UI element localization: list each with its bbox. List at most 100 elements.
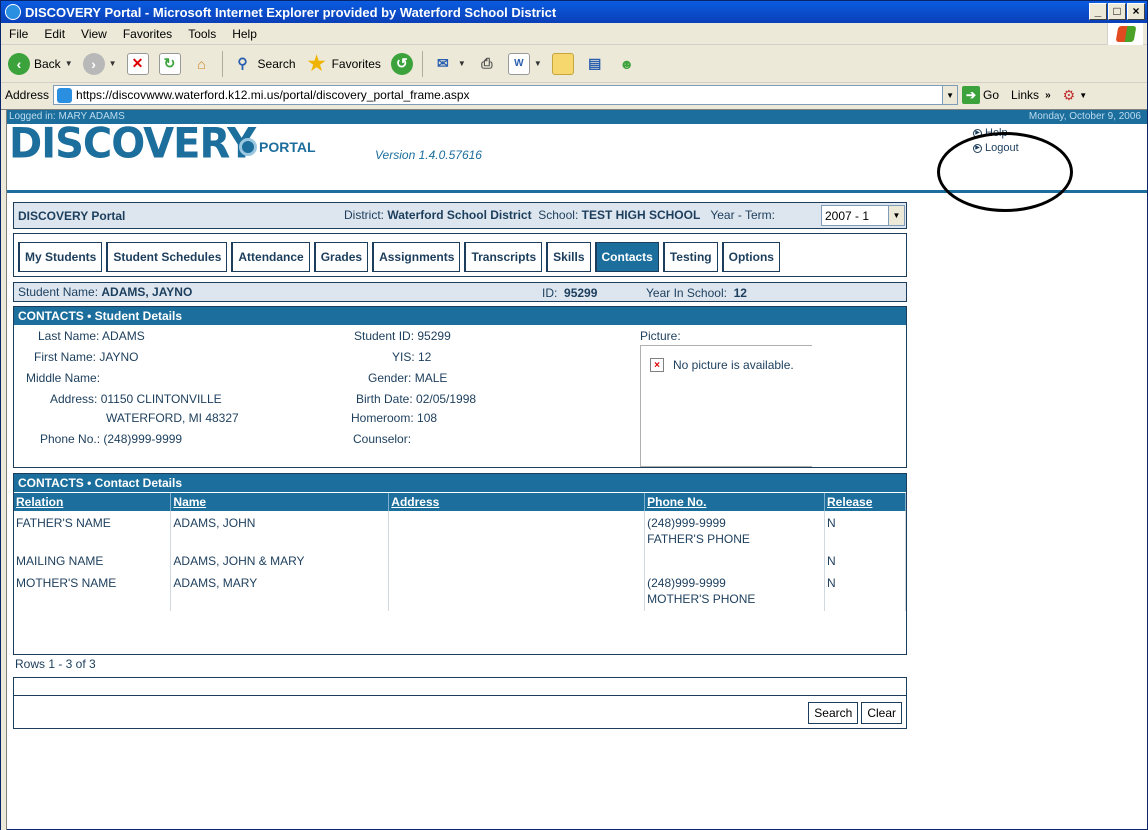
- favorites-icon: ★: [307, 53, 326, 75]
- messenger-button[interactable]: ☻: [613, 49, 641, 79]
- address-line1: Address: 01150 CLINTONVILLE: [50, 392, 222, 406]
- maximize-button[interactable]: □: [1108, 3, 1126, 20]
- tab-grades[interactable]: Grades: [313, 242, 369, 272]
- browser-window: DISCOVERY Portal - Microsoft Internet Ex…: [0, 0, 1148, 830]
- contacts-table: Relation Name Address Phone No. Release …: [14, 493, 906, 611]
- chevron-down-icon: ▼: [888, 206, 904, 225]
- panel-title: DISCOVERY Portal: [18, 208, 126, 223]
- home-icon: ⌂: [197, 55, 206, 72]
- menu-bar: File Edit View Favorites Tools Help: [1, 23, 1147, 45]
- broken-image-icon: ×: [650, 358, 664, 372]
- column-header-phone[interactable]: Phone No.: [644, 493, 826, 511]
- ie-icon: [5, 4, 21, 20]
- mail-button[interactable]: ✉ ▼: [429, 49, 469, 79]
- search-button[interactable]: ⚲ Search: [229, 49, 299, 79]
- back-icon: ‹: [8, 52, 30, 75]
- folder-icon: [551, 52, 574, 75]
- column-header-relation[interactable]: Relation: [14, 493, 172, 511]
- tab-options[interactable]: Options: [721, 242, 780, 272]
- student-id: ID: 95299: [542, 286, 598, 300]
- contact-details-section: CONTACTS • Contact Details Relation Name…: [13, 473, 907, 655]
- help-link[interactable]: ▶ Help: [973, 126, 1019, 141]
- year-term-select[interactable]: 2007 - 1 ▼: [821, 205, 905, 226]
- tab-testing[interactable]: Testing: [662, 242, 718, 272]
- print-icon: ⎙: [481, 55, 493, 71]
- messenger-icon: ☻: [619, 55, 635, 72]
- page-icon: [57, 88, 73, 103]
- table-row: FATHER'S NAME ADAMS, JOHN (248)999-9999 F…: [14, 511, 906, 551]
- yis-field: YIS: 12: [392, 350, 432, 364]
- research-button[interactable]: ▤: [581, 49, 609, 79]
- tool-icon[interactable]: ⚙: [1063, 87, 1076, 104]
- tab-skills[interactable]: Skills: [546, 242, 591, 272]
- refresh-button[interactable]: ↻: [156, 49, 184, 79]
- middle-name: Middle Name:: [26, 371, 101, 385]
- tab-transcripts[interactable]: Transcripts: [464, 242, 543, 272]
- header-date: Monday, October 9, 2006: [1028, 111, 1141, 122]
- portal-header: Logged in: MARY ADAMS Monday, October 9,…: [7, 110, 1147, 194]
- address-line2: WATERFORD, MI 48327: [106, 411, 239, 425]
- top-links: ▶ Help ▶ Logout: [973, 126, 1019, 156]
- stop-button[interactable]: ✕: [124, 49, 152, 79]
- search-panel: Search Clear: [13, 677, 907, 729]
- mail-icon: ✉: [437, 55, 449, 71]
- tab-assignments[interactable]: Assignments: [372, 242, 461, 272]
- tab-my-students[interactable]: My Students: [18, 242, 103, 272]
- year-in-school: Year In School: 12: [646, 286, 747, 300]
- column-header-address[interactable]: Address: [388, 493, 646, 511]
- chevron-down-icon[interactable]: ▼: [1079, 91, 1087, 100]
- windows-logo-icon: [1107, 23, 1143, 45]
- address-input[interactable]: https://discovwww.waterford.k12.mi.us/po…: [53, 85, 944, 105]
- history-button[interactable]: ↺: [388, 49, 416, 79]
- address-dropdown[interactable]: ▼: [942, 85, 959, 105]
- standard-toolbar: ‹ Back ▼ › ▼ ✕ ↻ ⌂ ⚲ Search ★ Favorites …: [1, 45, 1147, 83]
- homeroom-field: Homeroom: 108: [351, 411, 438, 425]
- back-button[interactable]: ‹ Back ▼: [5, 49, 76, 79]
- picture-label: Picture:: [640, 329, 681, 343]
- chevron-right-icon[interactable]: »: [1045, 90, 1051, 101]
- tab-bar: My Students Student Schedules Attendance…: [13, 233, 907, 277]
- menu-view[interactable]: View: [73, 27, 115, 41]
- folder-button[interactable]: [549, 49, 577, 79]
- menu-tools[interactable]: Tools: [180, 27, 224, 41]
- last-name: Last Name: ADAMS: [38, 329, 145, 343]
- phone-number: Phone No.: (248)999-9999: [40, 432, 183, 446]
- minimize-button[interactable]: _: [1089, 3, 1107, 20]
- forward-button[interactable]: › ▼: [80, 49, 120, 79]
- title-bar: DISCOVERY Portal - Microsoft Internet Ex…: [1, 1, 1147, 23]
- go-button[interactable]: ➔ Go: [962, 86, 999, 104]
- menu-help[interactable]: Help: [224, 27, 265, 41]
- home-button[interactable]: ⌂: [188, 49, 216, 79]
- student-name: ADAMS, JAYNO: [101, 285, 193, 299]
- clear-button[interactable]: Clear: [861, 702, 902, 724]
- search-submit-button[interactable]: Search: [808, 702, 859, 724]
- window-controls: _ □ ×: [1089, 3, 1145, 20]
- go-icon: ➔: [962, 86, 981, 104]
- portal-panel-bar: DISCOVERY Portal District: Waterford Sch…: [13, 202, 907, 229]
- column-header-name[interactable]: Name: [170, 493, 390, 511]
- tab-attendance[interactable]: Attendance: [231, 242, 310, 272]
- student-bar: Student Name: ADAMS, JAYNO ID: 95299 Yea…: [13, 282, 907, 302]
- print-button[interactable]: ⎙: [473, 49, 501, 79]
- close-button[interactable]: ×: [1127, 3, 1145, 20]
- section-header: CONTACTS • Contact Details: [14, 474, 906, 492]
- history-icon: ↺: [390, 52, 413, 75]
- student-picture: × No picture is available.: [640, 345, 812, 467]
- window-title: DISCOVERY Portal - Microsoft Internet Ex…: [25, 4, 557, 20]
- tab-contacts[interactable]: Contacts: [594, 242, 659, 272]
- favorites-button[interactable]: ★ Favorites: [303, 49, 384, 79]
- district-info: District: Waterford School District Scho…: [344, 208, 776, 222]
- section-header: CONTACTS • Student Details: [14, 307, 906, 325]
- menu-edit[interactable]: Edit: [36, 27, 73, 41]
- menu-favorites[interactable]: Favorites: [115, 27, 180, 41]
- menu-file[interactable]: File: [1, 27, 36, 41]
- column-header-release[interactable]: Release: [824, 493, 906, 511]
- logout-link[interactable]: ▶ Logout: [973, 141, 1019, 156]
- tab-student-schedules[interactable]: Student Schedules: [106, 242, 228, 272]
- links-button[interactable]: Links: [1011, 88, 1039, 102]
- edit-button[interactable]: W ▼: [505, 49, 545, 79]
- table-row: MOTHER'S NAME ADAMS, MARY (248)999-9999 M…: [14, 573, 906, 611]
- discovery-logo: DISCOVERY: [9, 119, 256, 169]
- table-row: MAILING NAME ADAMS, JOHN & MARY N: [14, 551, 906, 573]
- student-id-field: Student ID: 95299: [354, 329, 451, 343]
